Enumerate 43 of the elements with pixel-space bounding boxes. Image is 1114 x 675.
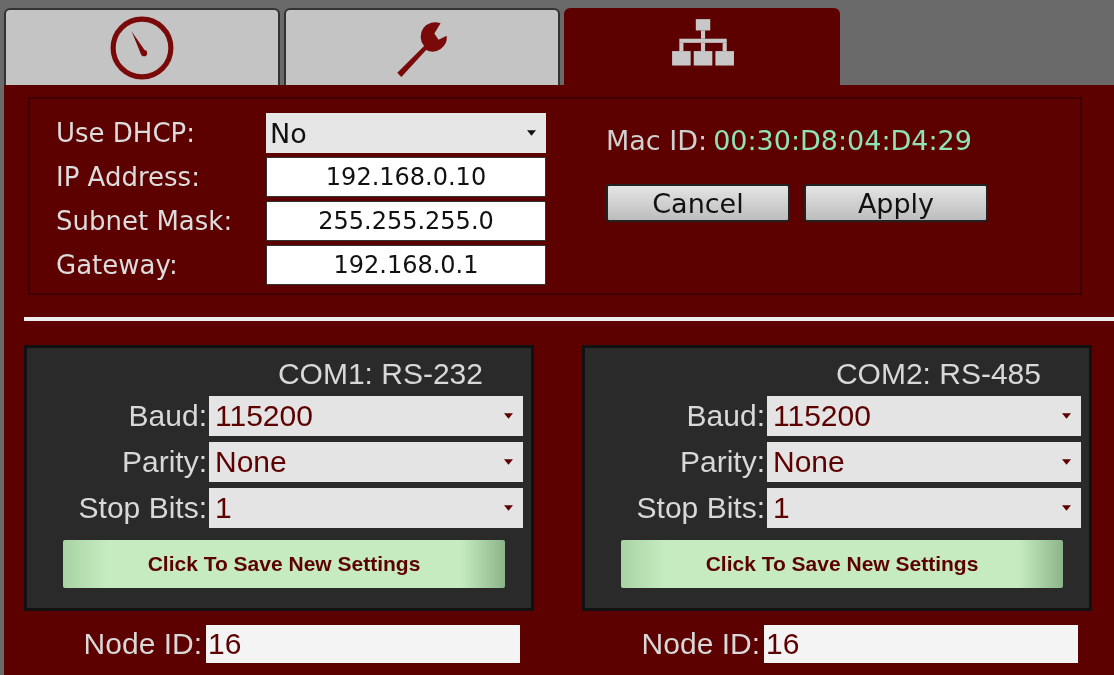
save-button[interactable]: Click To Save New Settings	[621, 540, 1063, 588]
save-button[interactable]: Click To Save New Settings	[63, 540, 505, 588]
setting-label: Parity:	[120, 444, 208, 480]
dropdown[interactable]: None	[767, 442, 1081, 482]
tab[interactable]	[284, 8, 560, 85]
caret-icon	[1062, 413, 1071, 419]
port-title: COM1: RS-232	[276, 356, 484, 392]
dropdown[interactable]: 115200	[767, 396, 1081, 436]
dropdown[interactable]: 1	[209, 488, 523, 528]
field-label: IP Address:	[56, 161, 201, 194]
setting-label: Stop Bits:	[635, 490, 766, 526]
input-field[interactable]: 192.168.0.10	[266, 157, 546, 197]
tab[interactable]	[4, 8, 280, 85]
field-label: Gateway:	[56, 249, 179, 282]
field-label: Use DHCP:	[56, 117, 196, 150]
mac-id-label: Mac ID:	[606, 125, 708, 156]
port-title: COM2: RS-485	[834, 356, 1042, 392]
node-id-label: Node ID:	[83, 627, 202, 661]
dropdown[interactable]: 115200	[209, 396, 523, 436]
button[interactable]: Apply	[804, 184, 988, 222]
input-field[interactable]: 192.168.0.1	[266, 245, 546, 285]
dropdown[interactable]: None	[209, 442, 523, 482]
dropdown[interactable]: No	[266, 113, 546, 153]
caret-icon	[504, 459, 513, 465]
mac-id-value: 00:30:D8:04:D4:29	[713, 125, 972, 156]
setting-label: Parity:	[678, 444, 766, 480]
caret-icon	[1062, 459, 1071, 465]
dropdown[interactable]: 1	[767, 488, 1081, 528]
button[interactable]: Cancel	[606, 184, 790, 222]
node-id-label: Node ID:	[641, 627, 760, 661]
input-field[interactable]: 16	[764, 625, 1078, 663]
setting-label: Baud:	[685, 398, 766, 434]
field-label: Subnet Mask:	[56, 205, 234, 238]
caret-icon	[504, 505, 513, 511]
tab[interactable]	[564, 8, 840, 85]
input-field[interactable]: 255.255.255.0	[266, 201, 546, 241]
setting-label: Stop Bits:	[77, 490, 208, 526]
setting-label: Baud:	[127, 398, 208, 434]
gauge-icon	[109, 14, 175, 81]
caret-icon	[504, 413, 513, 419]
input-field[interactable]: 16	[206, 625, 520, 663]
caret-icon	[527, 130, 536, 136]
caret-icon	[1062, 505, 1071, 511]
